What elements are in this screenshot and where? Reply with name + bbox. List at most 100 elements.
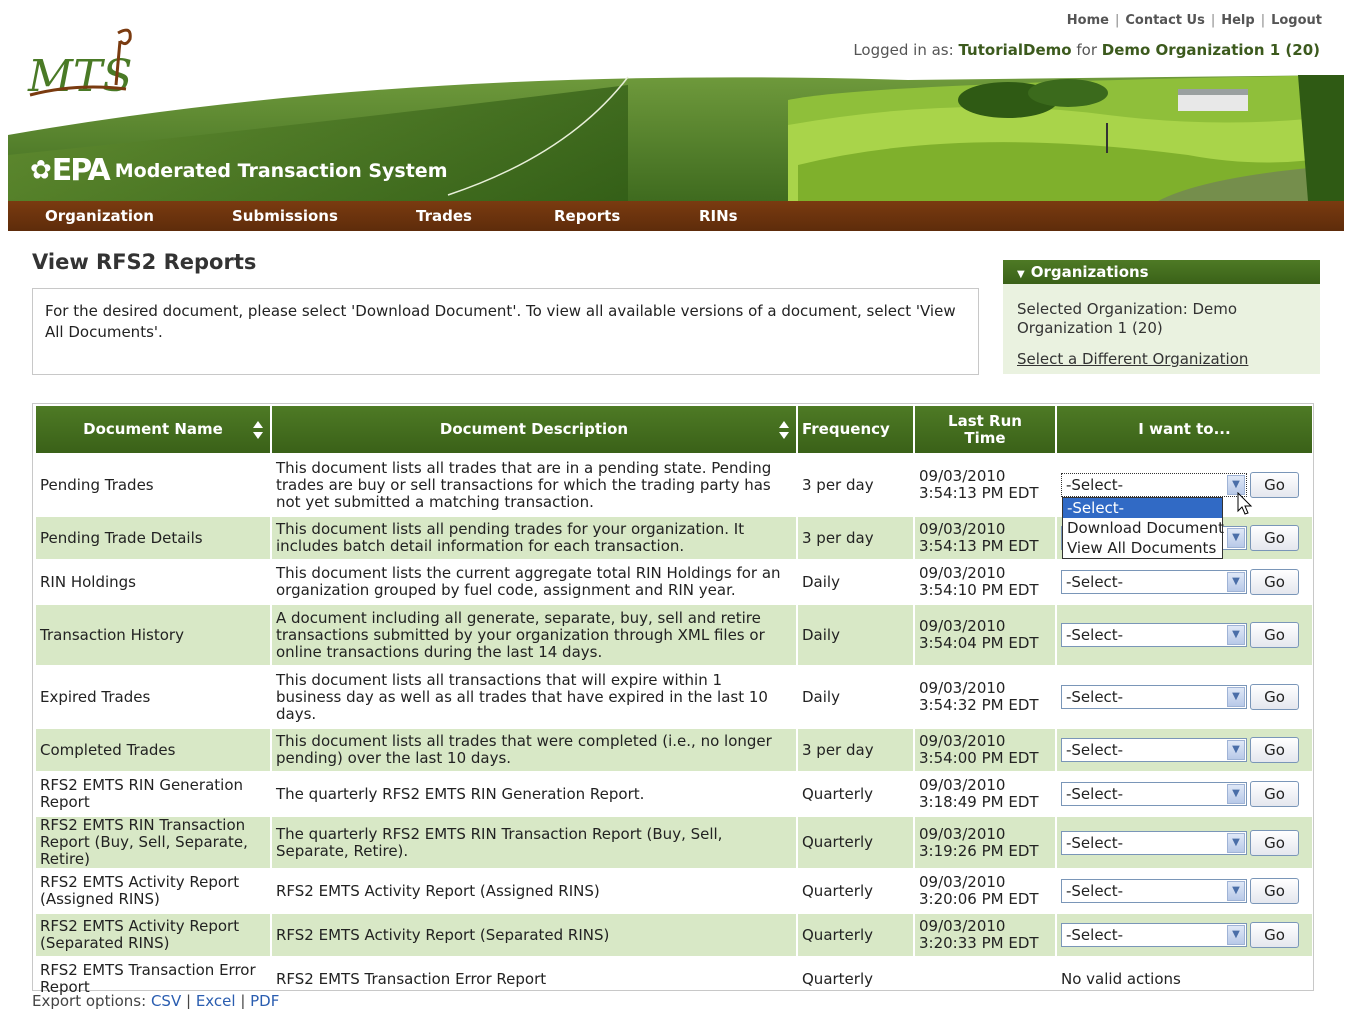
dropdown-option-view-all-documents[interactable]: View All Documents: [1063, 538, 1222, 558]
nav-rins[interactable]: RINs: [699, 207, 738, 225]
no-valid-actions-text: No valid actions: [1061, 969, 1181, 988]
dropdown-option-download-document[interactable]: Download Document: [1063, 518, 1224, 538]
document-description-cell: This document lists all transactions tha…: [276, 670, 768, 723]
action-select-value: -Select-: [1066, 626, 1124, 644]
nav-organization[interactable]: Organization: [45, 207, 154, 225]
action-select[interactable]: -Select-▼: [1061, 570, 1247, 594]
document-description-cell: This document lists the current aggregat…: [276, 564, 781, 599]
nav-reports[interactable]: Reports: [554, 207, 620, 225]
epa-logo-text: EPA: [51, 153, 111, 188]
selected-organization: Selected Organization: Demo Organization…: [1017, 300, 1238, 337]
go-button[interactable]: Go: [1250, 878, 1299, 904]
document-description-cell: This document lists all trades that were…: [272, 729, 796, 771]
chevron-down-icon[interactable]: ▼: [1227, 572, 1245, 592]
last-run-date: 09/03/2010: [919, 520, 1006, 538]
organizations-panel-header[interactable]: ▼ Organizations: [1003, 260, 1320, 284]
dropdown-option-select[interactable]: -Select-: [1063, 498, 1222, 518]
go-button[interactable]: Go: [1250, 569, 1299, 595]
last-run-time-cell: 09/03/2010 3:20:33 PM EDT: [915, 914, 1055, 956]
last-run-time-cell: 09/03/2010 3:20:06 PM EDT: [915, 870, 1055, 912]
last-run-time-cell: [915, 958, 1055, 1000]
last-run-date: 09/03/2010: [919, 467, 1006, 485]
export-csv-link[interactable]: CSV: [151, 992, 181, 1009]
chevron-down-icon[interactable]: ▼: [1227, 925, 1245, 945]
chevron-down-icon[interactable]: ▼: [1227, 687, 1245, 707]
sort-arrows-icon[interactable]: [252, 420, 264, 440]
chevron-down-icon[interactable]: ▼: [1227, 625, 1245, 645]
go-button[interactable]: Go: [1250, 472, 1299, 498]
action-select[interactable]: -Select-▼: [1061, 830, 1247, 855]
login-status: Logged in as: TutorialDemo for Demo Orga…: [853, 41, 1320, 59]
go-button[interactable]: Go: [1250, 922, 1299, 948]
help-link[interactable]: Help: [1221, 13, 1254, 28]
col-header-document-name[interactable]: Document Name: [36, 406, 270, 453]
last-run-clock-time: 3:54:13 PM EDT: [919, 537, 1039, 555]
page-title: View RFS2 Reports: [32, 250, 257, 274]
sort-arrows-icon[interactable]: [778, 420, 790, 440]
action-select-value: -Select-: [1066, 688, 1124, 706]
action-select[interactable]: -Select-▼: [1061, 782, 1247, 806]
go-button[interactable]: Go: [1250, 684, 1299, 710]
go-button[interactable]: Go: [1250, 781, 1299, 807]
go-button[interactable]: Go: [1250, 622, 1299, 648]
instructions-box: For the desired document, please select …: [32, 288, 979, 375]
document-description-cell: The quarterly RFS2 EMTS RIN Transaction …: [272, 817, 796, 868]
document-name-cell: RFS2 EMTS Activity Report (Assigned RINS…: [40, 873, 240, 908]
login-org: Demo Organization 1 (20): [1101, 41, 1320, 59]
document-description-cell: The quarterly RFS2 EMTS RIN Generation R…: [276, 784, 645, 803]
export-options: Export options: CSV | Excel | PDF: [32, 992, 280, 1009]
contact-us-link[interactable]: Contact Us: [1125, 13, 1204, 28]
document-name-cell: Completed Trades: [36, 729, 270, 771]
logout-link[interactable]: Logout: [1271, 13, 1322, 28]
document-name-cell: Expired Trades: [40, 687, 151, 706]
collapse-triangle-icon: ▼: [1017, 269, 1025, 280]
nav-trades[interactable]: Trades: [416, 207, 472, 225]
document-description-cell: RFS2 EMTS Transaction Error Report: [276, 969, 547, 988]
action-select[interactable]: -Select- ▼: [1061, 623, 1247, 647]
chevron-down-icon[interactable]: ▼: [1227, 832, 1245, 853]
chevron-down-icon[interactable]: ▼: [1227, 740, 1245, 760]
last-run-date: 09/03/2010: [919, 617, 1006, 635]
action-select[interactable]: -Select-▼: [1061, 923, 1247, 947]
last-run-time-cell: 09/03/2010 3:54:32 PM EDT: [915, 667, 1055, 727]
epa-flower-icon: ✿: [30, 155, 52, 186]
reports-table: Document Name Document Description Frequ…: [34, 404, 1314, 1002]
frequency-cell: Daily: [798, 605, 913, 665]
document-name-cell: RFS2 EMTS RIN Transaction Report (Buy, S…: [36, 817, 270, 868]
action-select[interactable]: -Select-▼: [1061, 738, 1247, 762]
actions-cell: -Select- ▼Go: [1057, 561, 1312, 603]
action-select[interactable]: -Select- ▼: [1061, 685, 1247, 709]
actions-cell: -Select- ▼Go: [1057, 817, 1312, 868]
nav-submissions[interactable]: Submissions: [232, 207, 338, 225]
chevron-down-icon[interactable]: ▼: [1227, 881, 1245, 901]
last-run-date: 09/03/2010: [919, 564, 1006, 582]
document-name-cell: Pending Trade Details: [36, 517, 270, 559]
go-button[interactable]: Go: [1250, 829, 1299, 856]
chevron-down-icon[interactable]: ▼: [1227, 784, 1245, 804]
last-run-time-cell: 09/03/2010 3:54:10 PM EDT: [915, 561, 1055, 603]
action-select[interactable]: -Select-▼: [1061, 473, 1247, 497]
export-pdf-link[interactable]: PDF: [250, 992, 279, 1009]
document-description-cell: A document including all generate, separ…: [272, 605, 796, 665]
chevron-down-icon[interactable]: ▼: [1227, 528, 1245, 548]
document-name-cell: RFS2 EMTS Activity Report (Separated RIN…: [36, 914, 270, 956]
table-row: RFS2 EMTS Activity Report (Separated RIN…: [36, 914, 1312, 956]
select-different-organization-link[interactable]: Select a Different Organization: [1003, 338, 1320, 368]
last-run-time-cell: 09/03/2010 3:19:26 PM EDT: [915, 817, 1055, 868]
go-button[interactable]: Go: [1250, 525, 1299, 551]
document-description-cell: This document lists all trades that are …: [276, 458, 772, 511]
export-excel-link[interactable]: Excel: [196, 992, 236, 1009]
reports-table-container: Document Name Document Description Frequ…: [32, 403, 1314, 996]
frequency-cell: Quarterly: [802, 969, 873, 988]
main-nav: Organization Submissions Trades Reports …: [8, 201, 1344, 231]
document-description-cell: This document lists all pending trades f…: [272, 517, 796, 559]
actions-cell: -Select- ▼Go: [1057, 914, 1312, 956]
actions-cell: No valid actions: [1057, 958, 1312, 1000]
action-select[interactable]: -Select-▼: [1061, 879, 1247, 903]
last-run-date: 09/03/2010: [919, 732, 1006, 750]
last-run-time-cell: 09/03/2010 3:54:00 PM EDT: [915, 729, 1055, 771]
last-run-date: 09/03/2010: [919, 873, 1006, 891]
home-link[interactable]: Home: [1067, 13, 1109, 28]
col-header-document-description[interactable]: Document Description: [272, 406, 796, 453]
go-button[interactable]: Go: [1250, 737, 1299, 763]
